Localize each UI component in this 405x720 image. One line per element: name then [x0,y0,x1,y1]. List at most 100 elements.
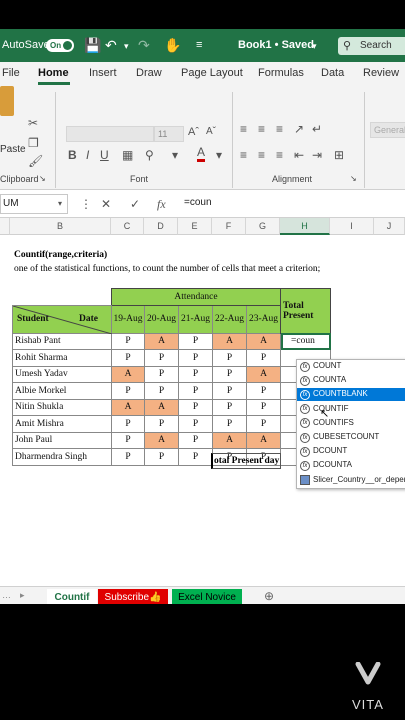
attendance-cell[interactable]: P [144,448,179,466]
insert-function-icon[interactable]: fx [157,197,166,212]
attendance-cell[interactable]: P [111,431,145,449]
date-header[interactable]: 22-Aug [212,304,247,334]
autocomplete-item[interactable]: fx DCOUNTA [297,459,405,472]
attendance-cell[interactable]: P [178,398,213,416]
active-total-cell[interactable]: =coun [280,332,331,350]
student-date-header[interactable]: Student Date [12,304,112,334]
align-left-icon[interactable]: ≡ [240,148,247,162]
total-present-day-label[interactable]: otal Present day [211,453,281,469]
date-header[interactable]: 19-Aug [111,304,145,334]
attendance-cell[interactable]: A [246,431,281,449]
autocomplete-item[interactable]: fx CUBESETCOUNT [297,431,405,444]
attendance-cell[interactable]: A [111,365,145,383]
format-painter-icon[interactable]: 🖌 [28,154,43,168]
attendance-cell[interactable]: P [212,382,247,400]
student-name-cell[interactable]: Albie Morkel [12,382,112,400]
autocomplete-item[interactable]: fx COUNTA [297,374,405,387]
column-header-c[interactable]: C [111,218,144,235]
autocomplete-item[interactable]: fx COUNTIF [297,403,405,416]
attendance-cell[interactable]: P [178,431,213,449]
merge-center-icon[interactable]: ⊞ [334,148,344,162]
attendance-cell[interactable]: P [178,349,213,367]
attendance-cell[interactable]: P [178,415,213,433]
tab-draw[interactable]: Draw [136,67,162,79]
attendance-cell[interactable]: P [246,398,281,416]
underline-icon[interactable]: U [100,148,109,162]
student-name-cell[interactable]: Rohit Sharma [12,349,112,367]
attendance-cell[interactable]: P [212,349,247,367]
save-icon[interactable]: 💾 [84,37,101,54]
cut-icon[interactable]: ✂ [28,116,38,130]
attendance-cell[interactable]: A [144,431,179,449]
attendance-cell[interactable]: P [178,448,213,466]
attendance-cell[interactable]: A [111,398,145,416]
borders-icon[interactable]: ▦ [122,148,133,162]
tab-review[interactable]: Review [363,67,399,79]
column-header-f[interactable]: F [212,218,246,235]
column-header-e[interactable]: E [178,218,212,235]
orientation-icon[interactable]: ↗ [294,122,304,136]
align-middle-icon[interactable]: ≡ [258,122,265,136]
italic-icon[interactable]: I [86,148,89,162]
font-color-icon[interactable]: A [197,146,206,162]
column-header-b[interactable]: B [10,218,111,235]
attendance-cell[interactable]: P [111,382,145,400]
autosave-toggle[interactable]: On [46,39,74,52]
column-header-g[interactable]: G [246,218,280,235]
attendance-cell[interactable]: P [144,349,179,367]
autocomplete-item[interactable]: Slicer_Country__or_depen [297,474,405,487]
attendance-cell[interactable]: A [212,332,247,350]
shrink-font-icon[interactable]: Aˇ [206,126,216,137]
font-size-select[interactable]: 11 [154,126,184,142]
attendance-cell[interactable]: P [178,365,213,383]
blank-cell[interactable] [12,288,112,306]
formula-bar-menu-icon[interactable]: ⋮ [80,197,92,211]
wrap-text-icon[interactable]: ↵ [312,122,322,136]
attendance-cell[interactable]: P [212,415,247,433]
function-autocomplete[interactable]: fx COUNT fx COUNTA fx COUNTBLANK fx COUNTIF fx CO… [296,359,405,489]
attendance-cell[interactable]: P [178,332,213,350]
column-header-h[interactable]: H [280,218,330,235]
autocomplete-item[interactable]: fx COUNTIFS [297,417,405,430]
enter-icon[interactable]: ✓ [130,197,140,211]
date-header[interactable]: 23-Aug [246,304,281,334]
tab-page-layout[interactable]: Page Layout [181,67,243,79]
align-center-icon[interactable]: ≡ [258,148,265,162]
attendance-cell[interactable]: P [111,349,145,367]
increase-indent-icon[interactable]: ⇥ [312,148,322,162]
tab-insert[interactable]: Insert [89,67,117,79]
bold-icon[interactable]: B [68,148,77,162]
column-header-i[interactable]: I [330,218,374,235]
align-bottom-icon[interactable]: ≡ [276,122,283,136]
sheet-tab-subscribe[interactable]: Subscribe👍 [98,589,168,604]
redo-icon[interactable]: ↷ [138,37,150,54]
document-title[interactable]: Book1 • Saved [238,39,314,51]
decrease-indent-icon[interactable]: ⇤ [294,148,304,162]
autocomplete-item[interactable]: fx DCOUNT [297,445,405,458]
student-name-cell[interactable]: Amit Mishra [12,415,112,433]
scroll-tabs-icon[interactable]: ▸ [20,590,25,601]
attendance-cell[interactable]: A [144,398,179,416]
tab-home[interactable]: Home [38,67,69,79]
add-sheet-icon[interactable]: ⊕ [264,589,274,603]
attendance-cell[interactable]: A [144,332,179,350]
attendance-cell[interactable]: P [246,349,281,367]
student-name-cell[interactable]: Dharmendra Singh [12,448,112,466]
select-all-corner[interactable] [0,218,10,235]
attendance-cell[interactable]: P [178,382,213,400]
student-name-cell[interactable]: Nitin Shukla [12,398,112,416]
autocomplete-item[interactable]: fx COUNT [297,360,405,373]
cancel-icon[interactable]: ✕ [101,197,111,211]
sheet-tab-excel-novice[interactable]: Excel Novice [172,589,242,604]
date-header[interactable]: 20-Aug [144,304,179,334]
grow-font-icon[interactable]: Aˆ [188,126,199,138]
attendance-cell[interactable]: P [246,382,281,400]
copy-icon[interactable]: ❐ [28,136,39,150]
name-box-dropdown-icon[interactable]: ▾ [58,199,62,208]
clipboard-launcher-icon[interactable]: ↘ [39,174,46,183]
alignment-launcher-icon[interactable]: ↘ [350,174,357,183]
attendance-cell[interactable]: P [111,448,145,466]
attendance-header[interactable]: Attendance [111,288,281,306]
total-present-header[interactable]: Total Present [280,288,331,334]
font-name-select[interactable] [66,126,154,142]
